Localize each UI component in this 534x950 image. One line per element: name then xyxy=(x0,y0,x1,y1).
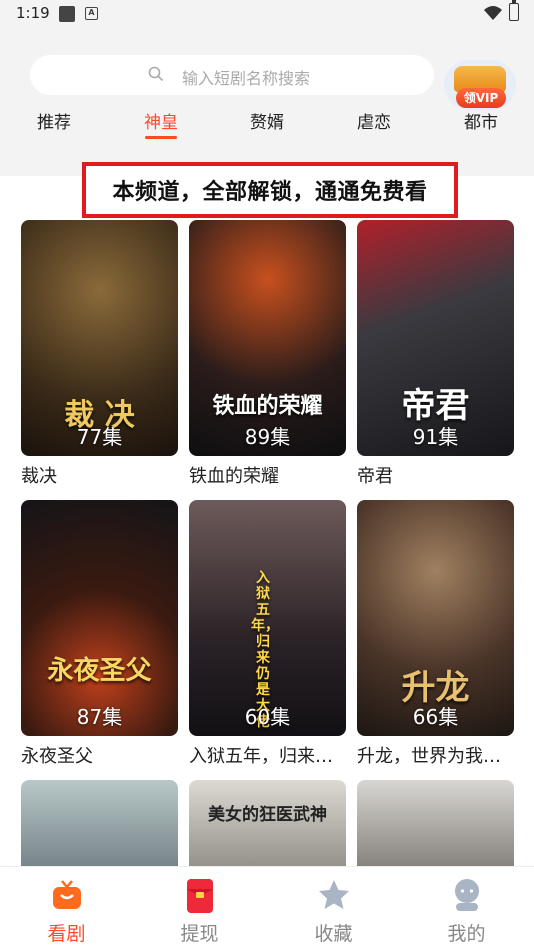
category-tabs: 推荐 神皇 赘婿 虐恋 都市 xyxy=(0,108,534,140)
nav-label: 提现 xyxy=(180,923,219,945)
promo-banner-text: 本频道，全部解锁，通通免费看 xyxy=(112,180,428,205)
episode-count: 66集 xyxy=(412,705,459,729)
tab-nuelian[interactable]: 虐恋 xyxy=(357,108,391,133)
drama-title: 入狱五年，归来仍是大佬 xyxy=(189,746,346,767)
tv-icon xyxy=(52,880,81,909)
drama-title: 裁决 xyxy=(21,466,57,487)
drama-title: 升龙，世界为我所用 xyxy=(357,746,514,767)
tab-dushi[interactable]: 都市 xyxy=(464,108,498,133)
drama-poster[interactable]: 入狱五年，归来仍是大佬 60集 xyxy=(189,500,346,736)
header-area: 1:19 A 输入短剧名称搜索 领VIP 推荐 神皇 赘婿 虐恋 都市 xyxy=(0,0,534,176)
battery-icon xyxy=(509,0,519,21)
drama-title: 永夜圣父 xyxy=(21,746,93,767)
poster-title-art: 美女的狂医武神 xyxy=(208,805,327,825)
nav-label: 看剧 xyxy=(47,923,86,945)
nav-watch[interactable]: 看剧 xyxy=(0,867,133,950)
vip-badge-button[interactable]: 领VIP xyxy=(444,60,516,110)
app-notification-icon: A xyxy=(85,7,98,20)
tab-recommend[interactable]: 推荐 xyxy=(37,108,71,133)
notification-icon xyxy=(59,6,75,22)
active-tab-indicator xyxy=(145,136,177,139)
tab-zhuixu[interactable]: 赘婿 xyxy=(250,108,284,133)
episode-count: 91集 xyxy=(412,425,459,449)
promo-banner: 本频道，全部解锁，通通免费看 xyxy=(82,162,458,218)
drama-poster[interactable]: 升龙 66集 xyxy=(357,500,514,736)
profile-icon xyxy=(454,879,479,911)
drama-poster[interactable]: 铁血的荣耀 89集 xyxy=(189,220,346,456)
nav-profile[interactable]: 我的 xyxy=(400,867,533,950)
drama-poster[interactable]: 永夜圣父 87集 xyxy=(21,500,178,736)
drama-poster[interactable]: 美女的狂医武神 xyxy=(189,780,346,880)
drama-title: 帝君 xyxy=(357,466,393,487)
status-time: 1:19 xyxy=(16,4,50,22)
episode-count: 87集 xyxy=(76,705,123,729)
red-envelope-icon xyxy=(186,879,213,913)
status-bar: 1:19 A xyxy=(0,0,534,28)
nav-label: 收藏 xyxy=(314,923,353,945)
episode-count: 77集 xyxy=(76,425,123,449)
drama-poster[interactable]: 帝君 91集 xyxy=(357,220,514,456)
star-icon xyxy=(318,880,349,909)
nav-label: 我的 xyxy=(447,923,486,945)
episode-count: 89集 xyxy=(244,425,291,449)
drama-poster[interactable] xyxy=(357,780,514,880)
bottom-nav: 看剧 提现 收藏 我的 xyxy=(0,866,534,950)
poster-title-art: 永夜圣父 xyxy=(47,656,152,686)
poster-title-art: 帝君 xyxy=(401,386,470,426)
episode-count: 60集 xyxy=(244,705,291,729)
nav-favorites[interactable]: 收藏 xyxy=(267,867,400,950)
search-input[interactable]: 输入短剧名称搜索 xyxy=(30,55,434,95)
drama-poster[interactable] xyxy=(21,780,178,880)
nav-withdraw[interactable]: 提现 xyxy=(133,867,266,950)
poster-title-art: 铁血的荣耀 xyxy=(212,394,323,419)
search-placeholder: 输入短剧名称搜索 xyxy=(182,69,311,88)
drama-poster[interactable]: 裁 决 77集 xyxy=(21,220,178,456)
drama-title: 铁血的荣耀 xyxy=(189,466,279,487)
search-icon xyxy=(148,66,164,82)
tab-shenhuang[interactable]: 神皇 xyxy=(144,108,178,133)
vip-label: 领VIP xyxy=(456,88,506,108)
wifi-icon xyxy=(484,6,502,20)
